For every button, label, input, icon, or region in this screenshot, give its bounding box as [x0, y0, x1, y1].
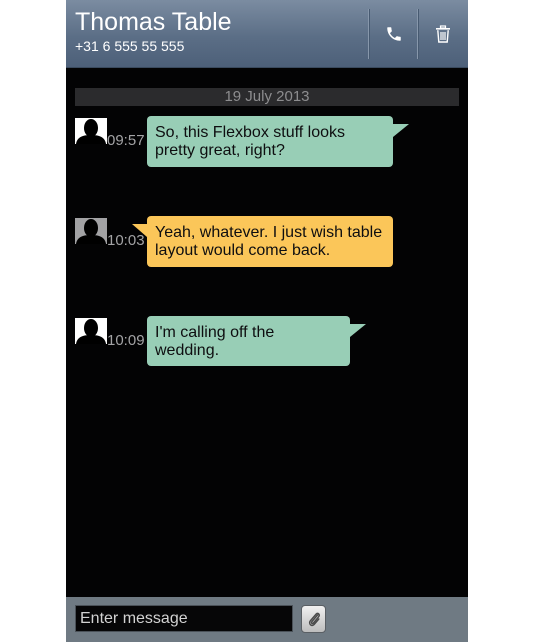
- date-separator: 19 July 2013: [75, 88, 459, 106]
- sender-avatar: [75, 318, 107, 344]
- trash-icon: [436, 25, 450, 43]
- chat-header: Thomas Table +31 6 555 55 555: [66, 0, 468, 68]
- message-time: 10:09: [107, 332, 145, 349]
- bubble-tail: [350, 324, 366, 337]
- sender-avatar: [75, 218, 107, 244]
- message-text: So, this Flexbox stuff looks pretty grea…: [155, 124, 346, 159]
- message-bubble: I'm calling off the wedding.: [147, 316, 350, 366]
- message-composer: [66, 597, 468, 642]
- delete-button[interactable]: [418, 9, 467, 59]
- sender-avatar: [75, 118, 107, 144]
- contact-number: +31 6 555 55 555: [75, 38, 185, 54]
- person-silhouette-icon: [76, 119, 106, 144]
- phone-icon: [387, 27, 401, 41]
- message-text: Yeah, whatever. I just wish table layout…: [155, 224, 383, 259]
- message-input[interactable]: [75, 605, 293, 632]
- message-time: 09:57: [107, 132, 145, 149]
- attach-button[interactable]: [301, 605, 326, 633]
- message-text: I'm calling off the wedding.: [155, 324, 275, 359]
- person-silhouette-icon: [76, 319, 106, 344]
- bubble-tail: [132, 224, 147, 237]
- bubble-tail: [393, 124, 409, 137]
- paperclip-icon: [308, 612, 320, 627]
- call-button[interactable]: [369, 9, 418, 59]
- contact-name: Thomas Table: [75, 8, 232, 36]
- message-bubble: Yeah, whatever. I just wish table layout…: [147, 216, 393, 267]
- message-bubble: So, this Flexbox stuff looks pretty grea…: [147, 116, 393, 167]
- person-silhouette-icon: [76, 219, 106, 244]
- chat-window: Thomas Table +31 6 555 55 555 19 July 20…: [66, 0, 468, 642]
